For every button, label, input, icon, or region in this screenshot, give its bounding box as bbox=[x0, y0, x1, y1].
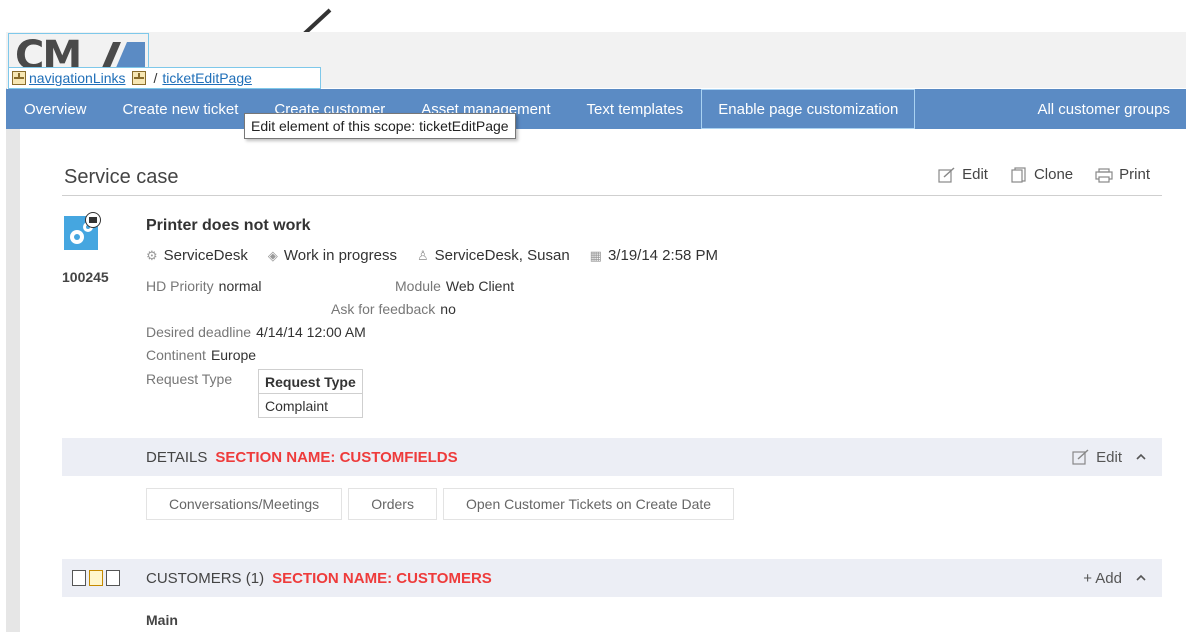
tab-conversations-meetings[interactable]: Conversations/Meetings bbox=[146, 488, 343, 520]
chevron-up-icon[interactable] bbox=[1136, 573, 1146, 583]
field-label: Module bbox=[395, 278, 441, 294]
field-label: HD Priority bbox=[146, 278, 214, 294]
field-value: 4/14/14 12:00 AM bbox=[256, 324, 366, 340]
scope-breadcrumb: navigationLinks / ticketEditPage bbox=[8, 67, 321, 89]
customers-main-label: Main bbox=[146, 612, 178, 628]
hierarchy-icon[interactable] bbox=[12, 71, 26, 85]
field-hd-priority: HD Priority normal bbox=[146, 278, 261, 294]
logo[interactable]: CM bbox=[8, 33, 149, 68]
service-case-header: Service case Edit Clone Print bbox=[62, 150, 1162, 196]
field-value: normal bbox=[218, 278, 262, 294]
print-label: Print bbox=[1119, 166, 1150, 183]
meta-date[interactable]: ▦ 3/19/14 2:58 PM bbox=[590, 247, 718, 264]
tab-open-customer-tickets[interactable]: Open Customer Tickets on Create Date bbox=[442, 488, 735, 520]
status-value: Work in progress bbox=[283, 247, 397, 264]
status-icon: ◈ bbox=[267, 247, 278, 263]
field-continent: Continent Europe bbox=[146, 347, 256, 363]
clone-button[interactable]: Clone bbox=[1010, 166, 1073, 183]
customers-section-header: CUSTOMERS (1) SECTION NAME: CUSTOMERS + … bbox=[62, 559, 1162, 597]
section-name: SECTION NAME: CUSTOMERS bbox=[272, 569, 492, 587]
edit-icon bbox=[938, 166, 955, 183]
details-tabs: Conversations/Meetings Orders Open Custo… bbox=[146, 488, 735, 520]
section-name: SECTION NAME: CUSTOMFIELDS bbox=[215, 448, 458, 466]
layout-switcher bbox=[72, 570, 120, 586]
layout-single-icon[interactable] bbox=[72, 570, 86, 586]
field-request-type: Request Type bbox=[146, 371, 232, 387]
field-label: Ask for feedback bbox=[331, 301, 436, 317]
field-label: Continent bbox=[146, 347, 206, 363]
scope-link-navigation[interactable]: navigationLinks bbox=[29, 70, 126, 86]
clone-icon bbox=[1011, 166, 1026, 183]
field-module: Module Web Client bbox=[395, 278, 514, 294]
nav-overview[interactable]: Overview bbox=[6, 101, 105, 118]
logo-text: CM bbox=[15, 33, 82, 68]
main-navigation: Overview Create new ticket Create custom… bbox=[6, 89, 1186, 129]
field-ask-feedback: Ask for feedback no bbox=[331, 301, 456, 317]
nav-enable-customization[interactable]: Enable page customization bbox=[701, 89, 916, 129]
request-type-table: Request Type Complaint bbox=[258, 369, 363, 418]
meta-assignee[interactable]: ♙ ServiceDesk, Susan bbox=[417, 247, 570, 264]
section-label: CUSTOMERS (1) bbox=[146, 569, 265, 587]
date-value: 3/19/14 2:58 PM bbox=[607, 247, 719, 264]
ticket-meta: ⚙ ServiceDesk ◈ Work in progress ♙ Servi… bbox=[146, 247, 718, 264]
edit-button[interactable]: Edit bbox=[938, 166, 988, 183]
field-value: Europe bbox=[210, 347, 257, 363]
print-button[interactable]: Print bbox=[1095, 166, 1150, 183]
gear-icon: ⚙ bbox=[146, 247, 158, 263]
meta-status[interactable]: ◈ Work in progress bbox=[268, 247, 397, 264]
section-actions: Edit bbox=[1072, 449, 1146, 466]
scope-link-ticket-edit-page[interactable]: ticketEditPage bbox=[162, 70, 252, 86]
section-edit-label: Edit bbox=[1096, 448, 1122, 466]
layout-split-icon[interactable] bbox=[89, 570, 103, 586]
nav-text-templates[interactable]: Text templates bbox=[569, 101, 702, 118]
header-actions: Edit Clone Print bbox=[938, 166, 1150, 183]
field-label: Desired deadline bbox=[146, 324, 252, 340]
field-desired-deadline: Desired deadline 4/14/14 12:00 AM bbox=[146, 324, 366, 340]
chevron-up-icon[interactable] bbox=[1136, 452, 1146, 462]
tab-orders[interactable]: Orders bbox=[348, 488, 437, 520]
calendar-icon: ▦ bbox=[589, 247, 602, 263]
user-icon: ♙ bbox=[416, 247, 429, 263]
section-edit-button[interactable]: Edit bbox=[1072, 449, 1122, 466]
ticket-title: Printer does not work bbox=[146, 217, 311, 234]
print-icon bbox=[1095, 167, 1113, 183]
field-label: Request Type bbox=[146, 371, 233, 387]
section-label: DETAILS bbox=[146, 448, 208, 466]
assignee-value: ServiceDesk, Susan bbox=[434, 247, 570, 264]
scope-separator: / bbox=[153, 70, 158, 86]
logo-slash-icon bbox=[102, 42, 145, 67]
add-customer-button[interactable]: + Add bbox=[1083, 570, 1122, 587]
page-title: Service case bbox=[64, 166, 179, 188]
nav-create-ticket[interactable]: Create new ticket bbox=[105, 101, 257, 118]
field-value: no bbox=[440, 301, 456, 317]
queue-value: ServiceDesk bbox=[163, 247, 248, 264]
scope-tooltip: Edit element of this scope: ticketEditPa… bbox=[244, 113, 516, 139]
table-cell: Complaint bbox=[258, 393, 363, 418]
layout-list-icon[interactable] bbox=[106, 570, 120, 586]
edit-label: Edit bbox=[962, 166, 988, 183]
clone-label: Clone bbox=[1033, 166, 1074, 183]
meta-queue[interactable]: ⚙ ServiceDesk bbox=[146, 247, 248, 264]
field-value: Web Client bbox=[445, 278, 515, 294]
edit-icon bbox=[1072, 449, 1089, 465]
section-actions: + Add bbox=[1083, 570, 1146, 587]
mail-badge-icon bbox=[85, 212, 101, 228]
left-gutter bbox=[6, 129, 20, 632]
hierarchy-icon[interactable] bbox=[131, 71, 146, 85]
nav-customer-groups[interactable]: All customer groups bbox=[1037, 101, 1186, 118]
table-header: Request Type bbox=[258, 369, 363, 394]
details-section-header: DETAILS SECTION NAME: CUSTOMFIELDS Edit bbox=[62, 438, 1162, 476]
ticket-number: 100245 bbox=[62, 269, 109, 285]
